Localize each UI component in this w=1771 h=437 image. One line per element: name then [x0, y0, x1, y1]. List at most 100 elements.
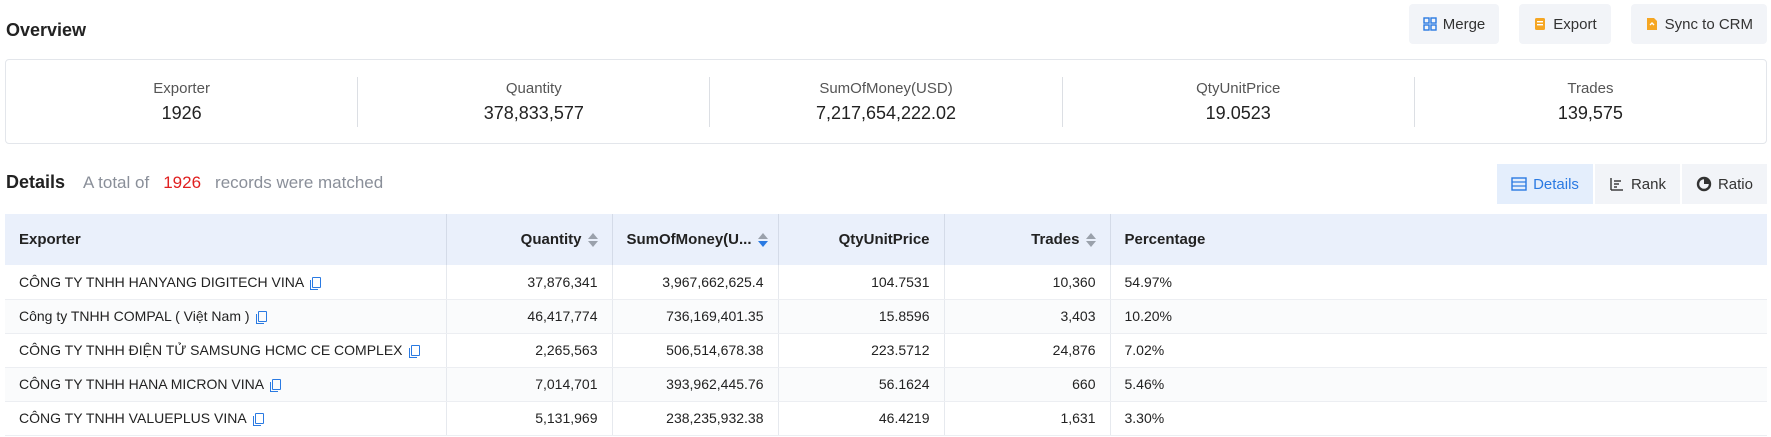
details-title: Details: [6, 172, 66, 192]
stat-quantity: Quantity 378,833,577: [358, 76, 711, 127]
exporter-cell[interactable]: Công ty TNHH COMPAL ( Việt Nam ): [5, 299, 447, 334]
trades-cell: 1,631: [944, 401, 1111, 436]
stat-label: SumOfMoney(USD): [819, 79, 953, 97]
sum-of-money-cell: 238,235,932.38: [612, 401, 779, 436]
copy-icon[interactable]: [255, 311, 267, 325]
tab-rank-label: Rank: [1630, 175, 1666, 193]
column-header-trades[interactable]: Trades: [944, 214, 1111, 265]
sync-crm-button[interactable]: Sync to CRM: [1630, 4, 1767, 44]
crm-icon: [1646, 18, 1657, 30]
exporter-name[interactable]: CÔNG TY TNHH VALUEPLUS VINA: [19, 410, 247, 426]
match-count: 1926: [163, 173, 202, 192]
quantity-cell: 5,131,969: [446, 401, 613, 436]
tab-ratio[interactable]: Ratio: [1681, 164, 1767, 204]
stat-label: Trades: [1567, 79, 1614, 97]
header-label: SumOfMoney(U...: [626, 230, 752, 248]
stat-label: Quantity: [505, 79, 562, 97]
stat-qty-unit-price: QtyUnitPrice 19.0523: [1063, 76, 1415, 127]
percentage-cell: 54.97%: [1110, 265, 1767, 300]
sync-crm-label: Sync to CRM: [1664, 15, 1753, 33]
copy-icon[interactable]: [408, 345, 420, 359]
table-row: Công ty TNHH COMPAL ( Việt Nam ) 46,417,…: [5, 299, 1767, 334]
sum-of-money-cell: 736,169,401.35: [612, 299, 779, 334]
header-label: Percentage: [1124, 231, 1206, 248]
exporter-cell[interactable]: CÔNG TY TNHH ĐIỆN TỬ SAMSUNG HCMC CE COM…: [5, 333, 447, 368]
sort-desc-icon[interactable]: [757, 232, 768, 248]
column-header-quantity[interactable]: Quantity: [446, 214, 613, 265]
column-header-qty-unit-price: QtyUnitPrice: [778, 214, 945, 265]
percentage-cell: 10.20%: [1110, 299, 1767, 334]
quantity-cell: 2,265,563: [446, 333, 613, 368]
stat-value: 378,833,577: [483, 102, 584, 123]
table-row: CÔNG TY TNHH VALUEPLUS VINA 5,131,969 23…: [5, 401, 1767, 436]
sort-icon[interactable]: [587, 232, 598, 248]
merge-label: Merge: [1442, 15, 1486, 33]
tab-details[interactable]: Details: [1497, 164, 1593, 204]
merge-button[interactable]: Merge: [1408, 4, 1500, 44]
column-header-percentage: Percentage: [1110, 214, 1767, 265]
trades-cell: 660: [944, 367, 1111, 402]
exporter-name[interactable]: Công ty TNHH COMPAL ( Việt Nam ): [19, 308, 250, 324]
sum-of-money-cell: 393,962,445.76: [612, 367, 779, 402]
page-title: Overview: [6, 20, 87, 40]
copy-icon[interactable]: [310, 277, 322, 291]
exporter-cell[interactable]: CÔNG TY TNHH VALUEPLUS VINA: [5, 401, 447, 436]
stat-trades: Trades 139,575: [1415, 77, 1766, 127]
exporter-name[interactable]: CÔNG TY TNHH HANYANG DIGITECH VINA: [19, 274, 304, 290]
qty-unit-price-cell: 46.4219: [778, 401, 945, 436]
exporter-cell[interactable]: CÔNG TY TNHH HANA MICRON VINA: [5, 367, 447, 402]
summary-prefix: A total of: [83, 173, 150, 192]
header-label: Exporter: [19, 231, 81, 248]
stat-label: Exporter: [153, 79, 210, 97]
view-switcher: Details Rank Ratio: [1497, 164, 1767, 204]
table-header-row: Exporter Quantity SumOfMoney(U... QtyUni…: [5, 214, 1767, 265]
quantity-cell: 46,417,774: [446, 299, 613, 334]
sum-of-money-cell: 3,967,662,625.4: [612, 265, 779, 300]
trades-cell: 24,876: [944, 333, 1111, 368]
overview-stats: Exporter 1926 Quantity 378,833,577 SumOf…: [5, 59, 1767, 144]
sum-of-money-cell: 506,514,678.38: [612, 333, 779, 368]
stat-value: 139,575: [1557, 102, 1623, 123]
header-label: Trades: [1031, 230, 1080, 248]
exporters-table: Exporter Quantity SumOfMoney(U... QtyUni…: [5, 214, 1767, 436]
stat-value: 19.0523: [1205, 102, 1271, 123]
rank-icon: [1610, 178, 1623, 191]
quantity-cell: 7,014,701: [446, 367, 613, 402]
export-label: Export: [1553, 15, 1597, 33]
pie-chart-icon: [1696, 176, 1712, 192]
exporter-name[interactable]: CÔNG TY TNHH ĐIỆN TỬ SAMSUNG HCMC CE COM…: [19, 342, 403, 358]
trades-cell: 3,403: [944, 299, 1111, 334]
qty-unit-price-cell: 15.8596: [778, 299, 945, 334]
stat-value: 7,217,654,222.02: [815, 102, 957, 123]
quantity-cell: 37,876,341: [446, 265, 613, 300]
column-header-exporter: Exporter: [5, 214, 447, 265]
tab-details-label: Details: [1533, 175, 1579, 193]
exporter-name[interactable]: CÔNG TY TNHH HANA MICRON VINA: [19, 376, 264, 392]
merge-icon: [1423, 17, 1437, 31]
header-label: Quantity: [520, 230, 582, 248]
export-button[interactable]: Export: [1519, 4, 1611, 44]
qty-unit-price-cell: 56.1624: [778, 367, 945, 402]
stat-exporter: Exporter 1926: [6, 76, 359, 127]
header-label: QtyUnitPrice: [838, 231, 930, 248]
trades-cell: 10,360: [944, 265, 1111, 300]
stat-sum-of-money: SumOfMoney(USD) 7,217,654,222.02: [710, 76, 1063, 127]
stat-value: 1926: [161, 102, 202, 123]
table-row: CÔNG TY TNHH HANA MICRON VINA 7,014,701 …: [5, 367, 1767, 402]
export-icon: [1535, 18, 1546, 30]
exporter-cell[interactable]: CÔNG TY TNHH HANYANG DIGITECH VINA: [5, 265, 447, 300]
percentage-cell: 3.30%: [1110, 401, 1767, 436]
tab-ratio-label: Ratio: [1717, 175, 1753, 193]
summary-suffix: records were matched: [215, 173, 384, 192]
column-header-sum-of-money[interactable]: SumOfMoney(U...: [612, 214, 779, 265]
sort-icon[interactable]: [1085, 232, 1096, 248]
list-icon: [1511, 177, 1527, 191]
percentage-cell: 7.02%: [1110, 333, 1767, 368]
tab-rank[interactable]: Rank: [1594, 164, 1680, 204]
stat-label: QtyUnitPrice: [1196, 79, 1281, 97]
table-row: CÔNG TY TNHH ĐIỆN TỬ SAMSUNG HCMC CE COM…: [5, 333, 1767, 368]
percentage-cell: 5.46%: [1110, 367, 1767, 402]
copy-icon[interactable]: [270, 379, 282, 393]
copy-icon[interactable]: [252, 413, 264, 427]
qty-unit-price-cell: 223.5712: [778, 333, 945, 368]
